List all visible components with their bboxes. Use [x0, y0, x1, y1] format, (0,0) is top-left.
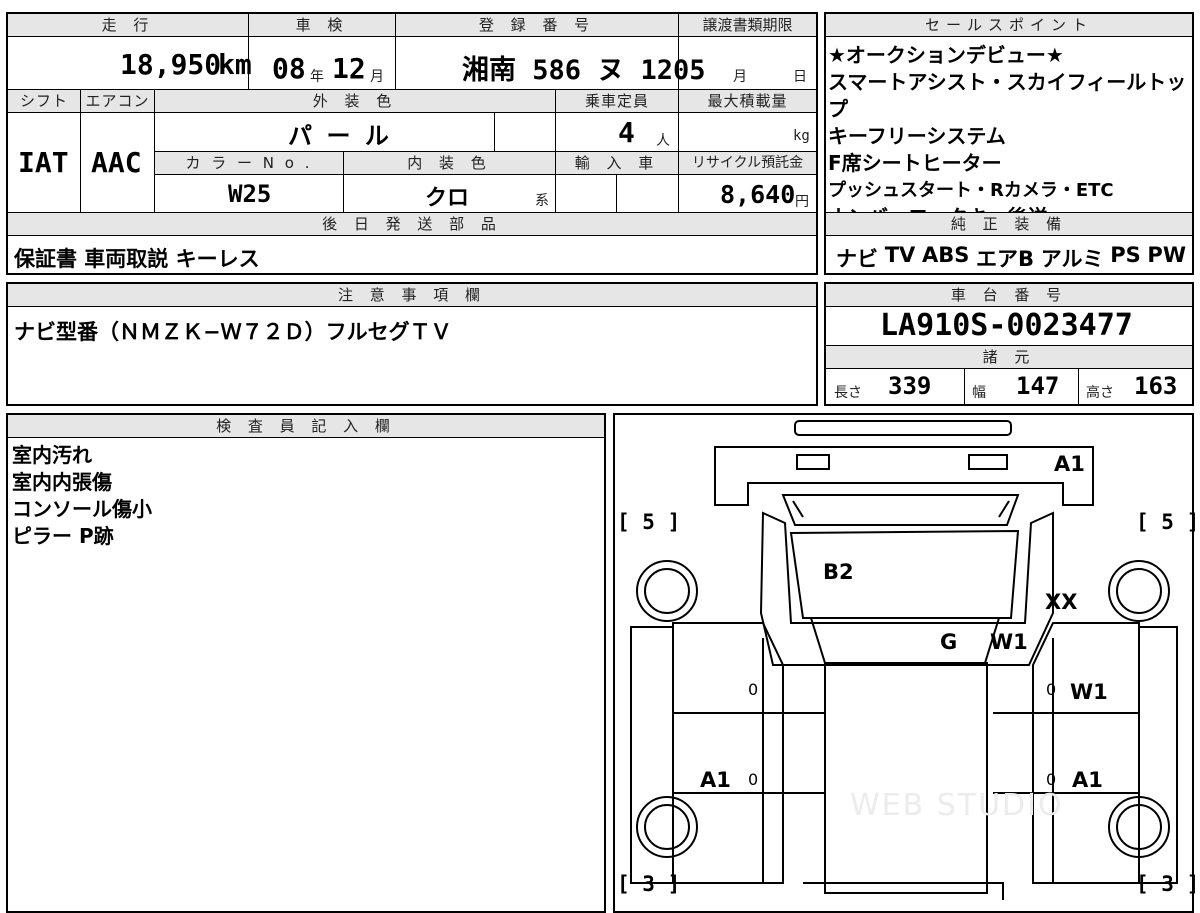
- max-load-unit: kg: [793, 128, 810, 144]
- equip-navi: ナビ: [836, 247, 878, 271]
- length-value: 339: [888, 372, 932, 400]
- length-label: 長さ: [834, 385, 862, 401]
- year-unit: 年: [310, 69, 324, 85]
- aircon-value: AAC: [91, 146, 142, 179]
- inspection-header: 車 検: [249, 14, 395, 36]
- damage-mark-a1-left: A1: [700, 768, 731, 792]
- capacity-header: 乗車定員: [556, 90, 678, 112]
- watermark: WEB STUDIO: [850, 788, 1064, 823]
- import-header: 輸 入 車: [556, 152, 678, 174]
- transfer-month: 月: [733, 69, 747, 85]
- exterior-color-value: パ ー ル: [288, 122, 389, 150]
- tire-bracket-bottom-right: [ 3 ]: [1136, 872, 1200, 896]
- sales-point-item: プッシュスタート・Rカメラ・ETC: [828, 180, 1114, 201]
- max-load-header: 最大積載量: [679, 90, 816, 112]
- interior-color-value: クロ: [425, 186, 470, 211]
- inspection-year: 08: [272, 52, 306, 85]
- specs-header: 諸 元: [826, 346, 1192, 368]
- width-value: 147: [1016, 372, 1060, 400]
- equip-ps: PS: [1110, 243, 1141, 267]
- registration-header: 登 録 番 号: [396, 14, 678, 36]
- chassis-number-header: 車 台 番 号: [826, 284, 1192, 306]
- mileage-unit: km: [218, 48, 252, 81]
- sales-point-list: ★オークションデビュー★ スマートアシスト・スカイフィールトップ キーフリーシス…: [828, 42, 1190, 231]
- height-label: 高さ: [1086, 385, 1114, 401]
- notes-header: 注 意 事 項 欄: [8, 284, 816, 306]
- mileage-value: 18,950: [120, 48, 222, 81]
- sales-point-item: キーフリーシステム: [828, 124, 1006, 148]
- sales-point-item: F席シートヒーター: [828, 151, 1002, 175]
- capacity-unit: 人: [656, 133, 670, 149]
- exterior-color-header: 外 装 色: [155, 90, 555, 112]
- inspector-note: 室内内張傷: [12, 470, 112, 494]
- genuine-equipment-list: ナビ TV ABS エアB アルミ PS PW: [836, 243, 1186, 273]
- zero-mark-left-lower: 0: [748, 770, 759, 789]
- tire-bracket-top-left: [ 5 ]: [617, 510, 681, 534]
- tire-bracket-top-right: [ 5 ]: [1136, 510, 1200, 534]
- zero-mark-right-lower: 0: [1046, 770, 1057, 789]
- interior-color-header: 内 装 色: [344, 152, 555, 174]
- interior-suffix: 系: [535, 193, 549, 209]
- later-parts-header: 後 日 発 送 部 品: [8, 213, 816, 235]
- recycle-fee-unit: 円: [795, 194, 809, 210]
- equip-airbag: エアB: [976, 247, 1035, 271]
- damage-mark-a1-right: A1: [1072, 768, 1103, 792]
- zero-mark-left-upper: 0: [748, 680, 759, 699]
- inspector-note: ピラー P跡: [12, 524, 114, 548]
- equip-tv: TV: [884, 243, 916, 267]
- month-unit: 月: [370, 69, 384, 85]
- tire-bracket-bottom-left: [ 3 ]: [617, 872, 681, 896]
- damage-mark-xx-fender: XX: [1045, 590, 1078, 614]
- width-label: 幅: [972, 385, 986, 401]
- recycle-fee-value: 8,640: [720, 180, 796, 209]
- sales-point-header: セールスポイント: [826, 14, 1192, 36]
- shift-value: IAT: [18, 146, 69, 179]
- zero-mark-right-upper: 0: [1046, 680, 1057, 699]
- genuine-equipment-header: 純 正 装 備: [826, 213, 1192, 235]
- shift-header: シフト: [8, 90, 80, 112]
- height-value: 163: [1134, 372, 1178, 400]
- damage-mark-w1-pillar: W1: [990, 630, 1028, 654]
- inspector-note: コンソール傷小: [12, 497, 152, 521]
- damage-mark-b2-windshield: B2: [823, 560, 854, 584]
- registration-number: 湘南 586 ヌ 1205: [462, 55, 706, 86]
- sales-point-item: ★オークションデビュー★: [828, 43, 1064, 67]
- inspection-month: 12: [332, 52, 366, 85]
- color-no-value: W25: [228, 180, 272, 208]
- mileage-header: 走 行: [8, 14, 248, 36]
- chassis-number: LA910S-0023477: [880, 308, 1133, 343]
- damage-mark-a1-rear: A1: [1054, 452, 1085, 476]
- equip-alloy: アルミ: [1040, 247, 1104, 271]
- car-outline: [630, 420, 1178, 900]
- aircon-header: エアコン: [81, 90, 154, 112]
- sales-point-item: スマートアシスト・スカイフィールトップ: [828, 70, 1187, 121]
- capacity-value: 4: [618, 116, 635, 149]
- inspector-header: 検 査 員 記 入 欄: [8, 415, 604, 437]
- damage-mark-w1-door: W1: [1070, 680, 1108, 704]
- equip-abs: ABS: [921, 243, 970, 267]
- inspector-notes: 室内汚れ 室内内張傷 コンソール傷小 ピラー P跡: [12, 442, 152, 550]
- later-parts-items: 保証書 車両取説 キーレス: [14, 247, 260, 271]
- transfer-deadline-header: 譲渡書類期限: [679, 14, 816, 36]
- transfer-day: 日: [793, 69, 807, 85]
- inspector-note: 室内汚れ: [12, 443, 92, 467]
- notes-text: ナビ型番（ＮＭＺＫ−Ｗ７２Ｄ）フルセグＴＶ: [14, 320, 452, 344]
- recycle-fee-header: リサイクル預託金: [679, 152, 816, 174]
- damage-mark-g-pillar: G: [940, 630, 958, 654]
- equip-pw: PW: [1147, 243, 1186, 267]
- color-no-header: カ ラ ー N o .: [155, 152, 343, 174]
